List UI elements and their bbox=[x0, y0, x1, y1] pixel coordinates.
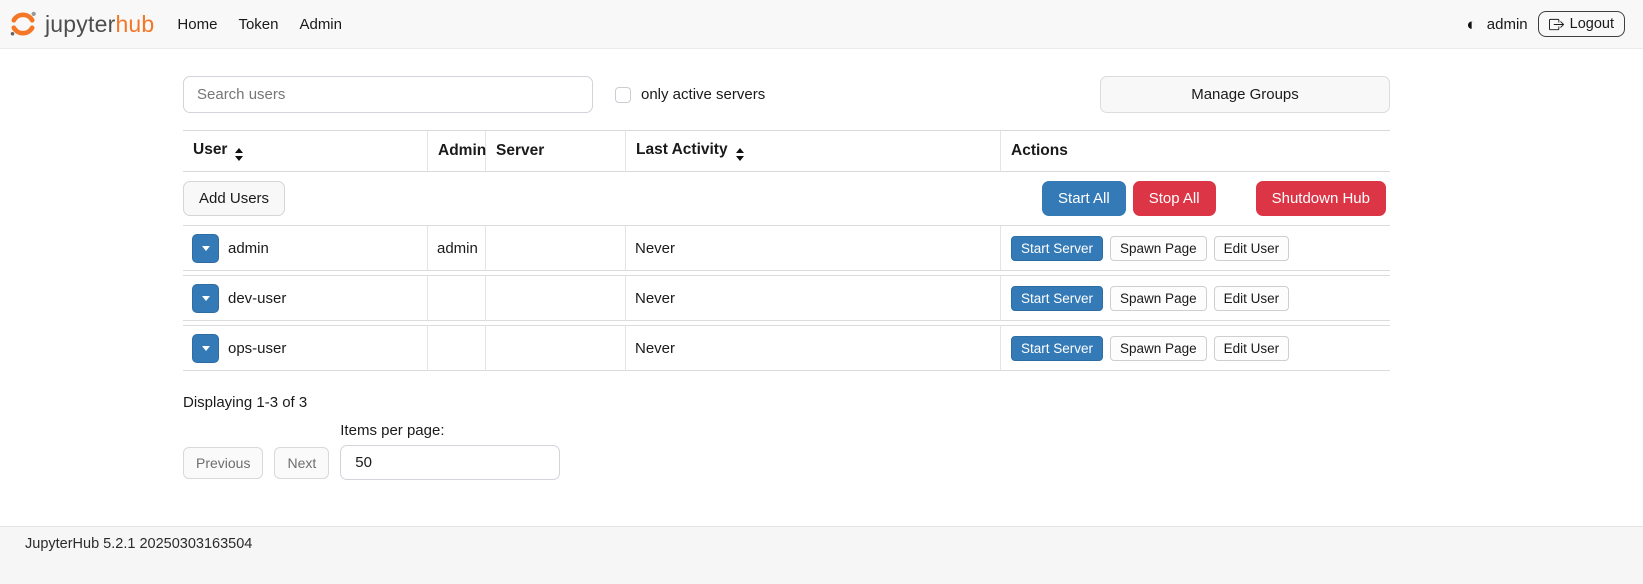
server-cell bbox=[485, 275, 625, 321]
sort-icon bbox=[235, 148, 243, 161]
username-label: admin bbox=[228, 240, 269, 257]
toolbar: only active servers Manage Groups bbox=[183, 76, 1390, 113]
last-activity-cell: Never bbox=[625, 275, 1000, 321]
bulk-actions-row: Add Users Start All Stop All Shutdown Hu… bbox=[183, 176, 1390, 221]
nav-link-admin[interactable]: Admin bbox=[297, 12, 344, 37]
start-all-button[interactable]: Start All bbox=[1042, 181, 1126, 216]
table-header-row: User Admin Server Last Activity Actions bbox=[183, 130, 1390, 172]
column-header-user[interactable]: User bbox=[183, 130, 427, 172]
server-cell bbox=[485, 325, 625, 371]
nav-link-token[interactable]: Token bbox=[236, 12, 280, 37]
logout-icon bbox=[1549, 17, 1564, 32]
pagination-controls: Previous Next Items per page: bbox=[183, 422, 1390, 480]
jupyter-icon bbox=[8, 9, 38, 39]
navbar-right: ◐ admin Logout bbox=[1467, 11, 1626, 37]
search-input[interactable] bbox=[183, 76, 593, 113]
caret-down-icon bbox=[202, 296, 210, 301]
username-label: ops-user bbox=[228, 340, 286, 357]
admin-panel: only active servers Manage Groups User A… bbox=[0, 49, 1390, 480]
shutdown-hub-button[interactable]: Shutdown Hub bbox=[1256, 181, 1386, 216]
column-header-actions: Actions bbox=[1000, 130, 1390, 172]
edit-user-button[interactable]: Edit User bbox=[1214, 236, 1290, 261]
edit-user-button[interactable]: Edit User bbox=[1214, 336, 1290, 361]
user-dropdown-button[interactable] bbox=[192, 334, 219, 363]
start-server-button[interactable]: Start Server bbox=[1011, 286, 1103, 311]
start-server-button[interactable]: Start Server bbox=[1011, 236, 1103, 261]
active-servers-filter: only active servers bbox=[615, 86, 765, 103]
spawn-page-button[interactable]: Spawn Page bbox=[1110, 336, 1207, 361]
spawn-page-button[interactable]: Spawn Page bbox=[1110, 286, 1207, 311]
admin-cell bbox=[427, 325, 485, 371]
server-cell bbox=[485, 225, 625, 271]
column-header-last-activity[interactable]: Last Activity bbox=[625, 130, 1000, 172]
items-per-page-input[interactable] bbox=[340, 445, 560, 480]
nav-link-home[interactable]: Home bbox=[175, 12, 219, 37]
add-users-button[interactable]: Add Users bbox=[183, 181, 285, 216]
nav-links: Home Token Admin bbox=[175, 12, 344, 37]
table-row: dev-user Never Start Server Spawn Page E… bbox=[183, 275, 1390, 321]
last-activity-cell: Never bbox=[625, 225, 1000, 271]
only-active-servers-checkbox[interactable] bbox=[615, 87, 631, 103]
logout-label: Logout bbox=[1570, 16, 1614, 32]
items-per-page-label: Items per page: bbox=[340, 422, 560, 439]
current-user-label: admin bbox=[1487, 16, 1528, 33]
next-page-button[interactable]: Next bbox=[274, 447, 329, 479]
admin-cell: admin bbox=[427, 225, 485, 271]
user-dropdown-button[interactable] bbox=[192, 284, 219, 313]
logout-button[interactable]: Logout bbox=[1538, 11, 1625, 37]
version-label: JupyterHub 5.2.1 20250303163504 bbox=[25, 536, 252, 552]
manage-groups-button[interactable]: Manage Groups bbox=[1100, 76, 1390, 113]
only-active-servers-label: only active servers bbox=[641, 86, 765, 103]
table-row: ops-user Never Start Server Spawn Page E… bbox=[183, 325, 1390, 371]
caret-down-icon bbox=[202, 346, 210, 351]
user-dropdown-button[interactable] bbox=[192, 234, 219, 263]
admin-cell bbox=[427, 275, 485, 321]
previous-page-button[interactable]: Previous bbox=[183, 447, 263, 479]
stop-all-button[interactable]: Stop All bbox=[1133, 181, 1216, 216]
bulk-actions-right: Start All Stop All Shutdown Hub bbox=[1042, 181, 1386, 216]
footer: JupyterHub 5.2.1 20250303163504 bbox=[0, 526, 1643, 584]
pagination-summary: Displaying 1-3 of 3 bbox=[183, 394, 1390, 411]
spawn-page-button[interactable]: Spawn Page bbox=[1110, 236, 1207, 261]
start-server-button[interactable]: Start Server bbox=[1011, 336, 1103, 361]
table-row: admin admin Never Start Server Spawn Pag… bbox=[183, 225, 1390, 271]
username-label: dev-user bbox=[228, 290, 286, 307]
users-table: User Admin Server Last Activity Actions … bbox=[183, 126, 1390, 375]
column-header-server: Server bbox=[485, 130, 625, 172]
brand-text: jupyterhub bbox=[45, 11, 154, 38]
column-header-admin: Admin bbox=[427, 130, 485, 172]
sort-icon bbox=[736, 148, 744, 161]
navbar: jupyterhub Home Token Admin ◐ admin Logo… bbox=[0, 0, 1643, 49]
edit-user-button[interactable]: Edit User bbox=[1214, 286, 1290, 311]
caret-down-icon bbox=[202, 246, 210, 251]
theme-toggle-icon[interactable]: ◐ bbox=[1467, 16, 1477, 33]
last-activity-cell: Never bbox=[625, 325, 1000, 371]
jupyterhub-logo[interactable]: jupyterhub bbox=[8, 9, 154, 39]
